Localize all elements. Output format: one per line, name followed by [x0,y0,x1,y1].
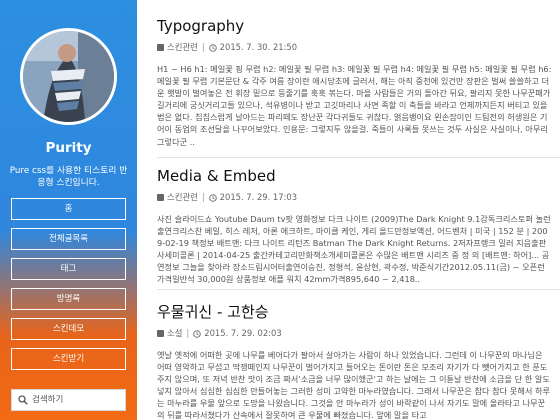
blog-description: Pure css를 사용한 티스토리 반응형 스킨입니다. [9,166,128,188]
nav-all-posts-button[interactable]: 전체글목록 [11,228,126,250]
post-datetime: 2015. 7. 30. 21:50 [219,42,298,52]
clock-icon [208,43,217,52]
sidebar: Purity Pure css를 사용한 티스토리 반응형 스킨입니다. 홈 전… [0,0,137,420]
category-icon [157,194,164,201]
category-icon [157,44,164,51]
post-excerpt[interactable]: 사진 슬라이드쇼 Youtube Daum tv팟 영화정보 다크 나이트 (2… [157,213,552,286]
nav-guestbook-button[interactable]: 방명록 [11,288,126,310]
post-category[interactable]: 소설 [167,328,182,339]
post-meta: 소설 | 2015. 7. 29. 02:03 [157,328,552,339]
post-category[interactable]: 스킨관련 [167,42,198,53]
blog-title[interactable]: Purity [0,140,137,156]
nav-home-button[interactable]: 홈 [11,198,126,220]
post-datetime: 2015. 7. 29. 02:03 [204,328,282,338]
post-divider [157,157,560,158]
post-item: Typography 스킨관련 | 2015. 7. 30. 21:50 H1 … [157,16,552,160]
meta-divider: | [201,42,205,52]
post-excerpt[interactable]: H1 ~ H6 h1: 메일꽃 핑 무렵 h2: 메일꽃 필 무렵 h3: 메일… [157,63,552,160]
nav-skin-download-button[interactable]: 스킨받기 [11,348,126,370]
post-meta: 스킨관련 | 2015. 7. 30. 21:50 [157,42,552,53]
post-item: 우물귀신 - 고한승 소설 | 2015. 7. 29. 02:03 옛날 옛적… [157,302,552,420]
post-meta: 스킨관련 | 2015. 7. 29. 17:03 [157,192,552,203]
meta-divider: | [201,192,205,202]
post-datetime: 2015. 7. 29. 17:03 [219,192,298,202]
search-input[interactable]: 검색하기 [11,389,126,411]
post-title[interactable]: 우물귀신 - 고한승 [157,302,552,322]
search-icon [18,395,28,405]
profile-avatar[interactable] [20,28,117,125]
meta-divider: | [186,328,190,338]
post-excerpt[interactable]: 옛날 옛적에 어떠한 곳에 나무를 베어다가 팔아서 살아가는 사람이 하나 있… [157,349,552,420]
avatar-image [23,31,114,122]
post-title[interactable]: Typography [157,16,552,36]
category-icon [157,330,164,337]
post-title[interactable]: Media & Embed [157,166,552,186]
post-list: Typography 스킨관련 | 2015. 7. 30. 21:50 H1 … [137,0,560,420]
post-category[interactable]: 스킨관련 [167,192,198,203]
clock-icon [208,193,217,202]
search-placeholder: 검색하기 [32,395,64,405]
post-divider [157,289,560,290]
nav-skin-demo-button[interactable]: 스킨데모 [11,318,126,340]
nav-tags-button[interactable]: 태그 [11,258,126,280]
clock-icon [193,329,202,338]
post-item: Media & Embed 스킨관련 | 2015. 7. 29. 17:03 … [157,166,552,286]
